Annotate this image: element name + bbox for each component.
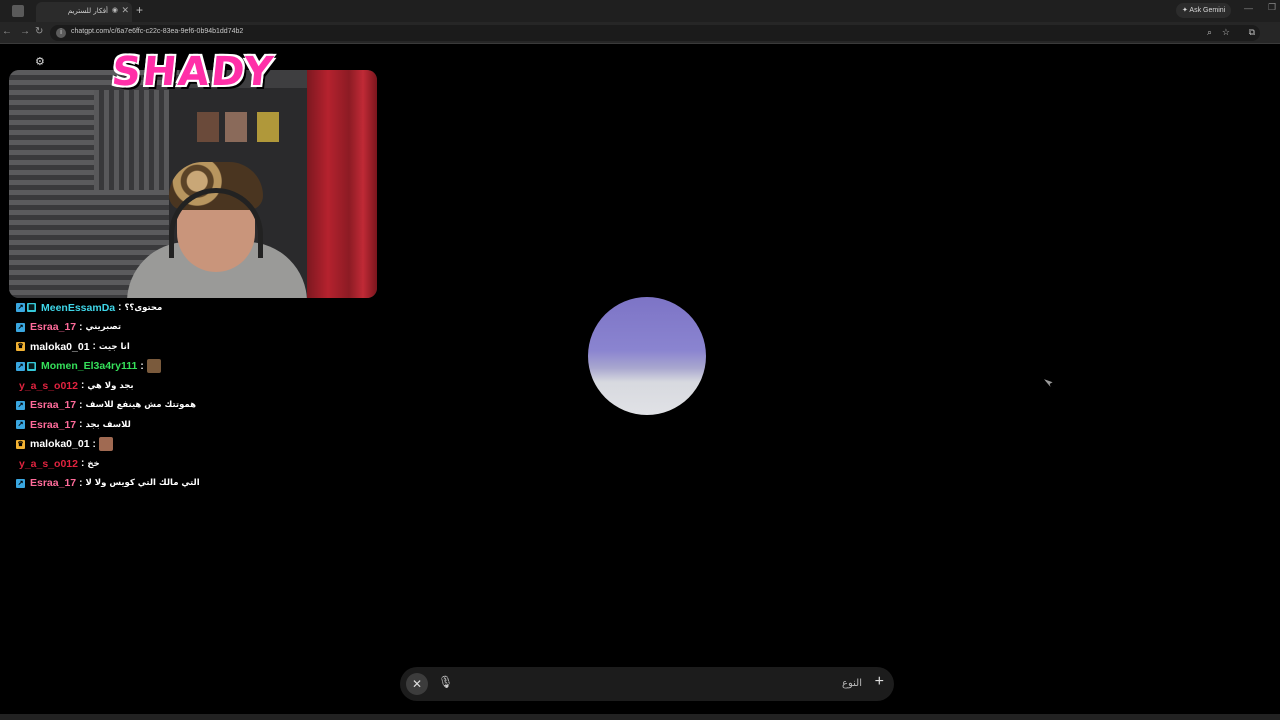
tab-search-icon[interactable] <box>12 5 24 17</box>
crown-badge-icon: ♛ <box>16 342 25 352</box>
chat-message: ♛ maloka0_01: انا جيت <box>16 337 376 357</box>
chat-separator: : <box>92 341 96 353</box>
webcam-overlay <box>9 70 377 298</box>
chat-username[interactable]: Momen_El3a4ry111 <box>41 360 137 372</box>
tab-title: أفكار للستريم <box>67 7 108 15</box>
crown-badge-icon: ♛ <box>16 439 25 449</box>
arrow-badge-icon: ↗ <box>16 361 25 371</box>
chat-username[interactable]: Esraa_17 <box>30 399 76 411</box>
mouse-cursor-icon <box>1044 376 1054 388</box>
chat-message: ↗ Esraa_17: التي مالك التي كويس ولا لا <box>16 474 376 494</box>
voice-orb <box>588 297 706 415</box>
url-field[interactable]: i chatgpt.com/c/6a7e6ffc-c22c-83ea-9ef6-… <box>50 25 1260 41</box>
chat-separator: : <box>92 438 96 450</box>
chat-separator: : <box>140 360 144 372</box>
sliders-icon[interactable]: ⚙ <box>35 55 45 68</box>
poster <box>225 112 247 142</box>
site-info-icon[interactable]: i <box>56 28 66 38</box>
type-label: النوع <box>842 678 862 689</box>
chat-username[interactable]: Esraa_17 <box>30 321 76 333</box>
chat-text: هموتتك مش هينفع للاسف <box>85 400 197 411</box>
arrow-badge-icon: ↗ <box>16 420 25 430</box>
url-text: chatgpt.com/c/6a7e6ffc-c22c-83ea-9ef6-0b… <box>71 28 244 35</box>
chat-separator: : <box>79 419 83 431</box>
arrow-badge-icon: ↗ <box>16 478 25 488</box>
mic-off-icon[interactable]: 🎙 <box>438 675 453 689</box>
ask-gemini-button[interactable]: ✦ Ask Gemini <box>1176 3 1232 18</box>
address-bar: ← → ↻ i chatgpt.com/c/6a7e6ffc-c22c-83ea… <box>0 22 1280 44</box>
grid-badge-icon: ▦ <box>27 361 36 371</box>
chat-message: ↗ Esraa_17: للاسف بجد <box>16 415 376 435</box>
chat-username[interactable]: y_a_s_o012 <box>19 458 78 470</box>
new-tab-button[interactable]: + <box>136 3 143 17</box>
chat-username[interactable]: MeenEssamDa <box>41 302 115 314</box>
chat-separator: : <box>79 321 83 333</box>
chat-separator: : <box>80 458 85 470</box>
back-icon[interactable]: ← <box>2 26 12 37</box>
acoustic-foam-panel <box>94 90 179 190</box>
arrow-badge-icon: ↗ <box>16 303 25 313</box>
chat-message: ↗ ▦ MeenEssamDa: محتوى؟؟ <box>16 298 376 318</box>
chat-text: خخ <box>87 458 100 469</box>
chat-emote-icon <box>146 359 161 374</box>
chat-message: ↗ Esraa_17: تصبريني <box>16 318 376 338</box>
chat-username[interactable]: y_a_s_o012 <box>19 380 78 392</box>
maximize-icon[interactable]: ❐ <box>1268 2 1276 13</box>
reload-icon[interactable]: ↻ <box>35 26 43 37</box>
chat-text: محتوى؟؟ <box>124 302 163 313</box>
chat-message: ↗ ▦ Momen_El3a4ry111: <box>16 357 376 377</box>
chat-message: ♛ maloka0_01: <box>16 435 376 455</box>
speaker-icon[interactable]: ◉ <box>112 6 118 14</box>
chat-message: y_a_s_o012: بجد ولا هي <box>16 376 376 396</box>
chat-separator: : <box>79 399 83 411</box>
forward-icon[interactable]: → <box>20 26 30 37</box>
extensions-icon[interactable]: ⧉ <box>1249 27 1255 38</box>
grid-badge-icon: ▦ <box>27 303 36 313</box>
chat-username[interactable]: Esraa_17 <box>30 419 76 431</box>
browser-tab-bar: أفكار للستريم ◉ ✕ + ✦ Ask Gemini — ❐ <box>0 0 1280 22</box>
chat-separator: : <box>79 477 83 489</box>
chat-text: تصبريني <box>85 322 122 333</box>
red-curtain <box>307 70 377 298</box>
tab-close-icon[interactable]: ✕ <box>121 5 129 16</box>
browser-tab[interactable]: أفكار للستريم ◉ ✕ <box>36 2 132 22</box>
chat-text: للاسف بجد <box>85 419 131 430</box>
minimize-icon[interactable]: — <box>1244 3 1253 13</box>
close-voice-button[interactable]: ✕ <box>406 673 428 695</box>
chat-text: بجد ولا هي <box>87 380 134 391</box>
arrow-badge-icon: ↗ <box>16 400 25 410</box>
chat-message: y_a_s_o012: خخ <box>16 454 376 474</box>
arrow-badge-icon: ↗ <box>16 322 25 332</box>
shady-logo: SHADY <box>109 49 277 95</box>
zoom-icon[interactable]: ⌕ <box>1207 27 1212 38</box>
streamer <box>127 162 307 298</box>
chat-emote-icon <box>98 437 113 452</box>
bookmark-star-icon[interactable]: ☆ <box>1222 27 1230 38</box>
chat-separator: : <box>118 302 122 314</box>
chat-username[interactable]: maloka0_01 <box>30 438 90 450</box>
chat-text: انا جيت <box>98 341 130 352</box>
chat-username[interactable]: maloka0_01 <box>30 341 90 353</box>
chat-text: التي مالك التي كويس ولا لا <box>85 478 200 489</box>
poster <box>197 112 219 142</box>
voice-control-bar: ✕ 🎙 النوع + <box>400 667 894 701</box>
chat-separator: : <box>80 380 85 392</box>
poster <box>257 112 279 142</box>
plus-button[interactable]: + <box>875 673 884 691</box>
chat-username[interactable]: Esraa_17 <box>30 477 76 489</box>
stream-chat: ↗ ▦ MeenEssamDa: محتوى؟؟ ↗ Esraa_17: تصبريني ♛ m… <box>16 298 376 493</box>
chat-message: ↗ Esraa_17: هموتتك مش هينفع للاسف <box>16 396 376 416</box>
taskbar-strip <box>0 714 1280 720</box>
